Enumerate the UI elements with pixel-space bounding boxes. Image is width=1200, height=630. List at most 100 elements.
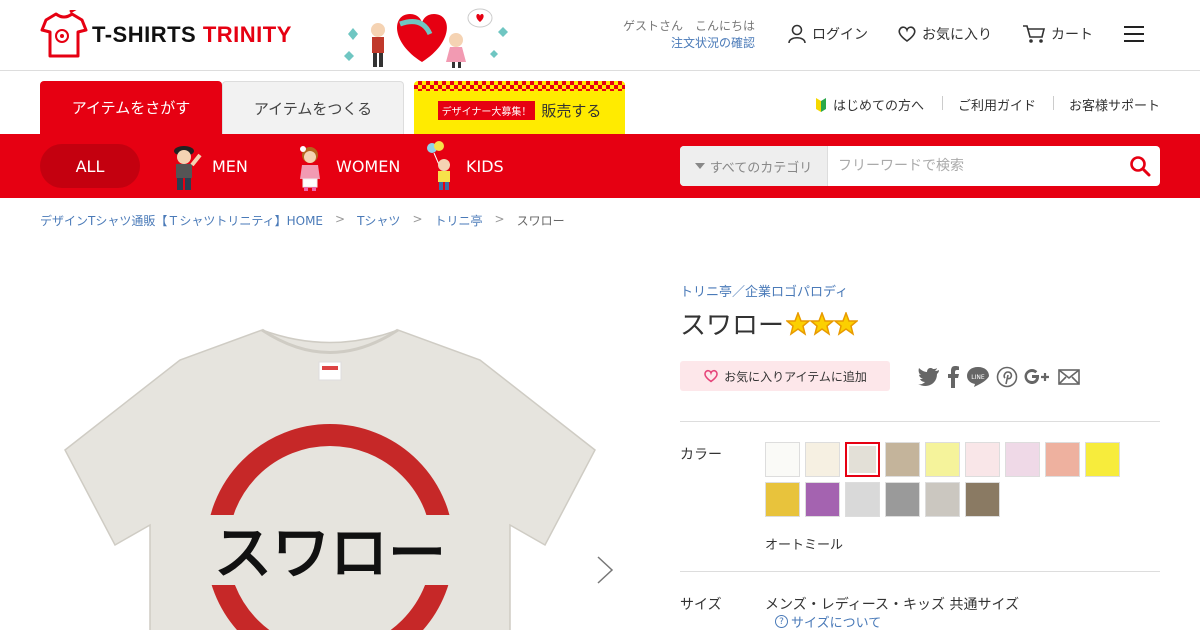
- category-kids-label: KIDS: [466, 156, 504, 176]
- size-info-link[interactable]: ? サイズについて: [775, 612, 881, 630]
- user-icon: [788, 24, 806, 44]
- breadcrumb-shop[interactable]: トリニ亭: [435, 212, 483, 229]
- brand-name-part2: TRINITY: [202, 22, 292, 47]
- breadcrumb-separator: >: [494, 212, 505, 226]
- first-time-link[interactable]: はじめての方へ: [815, 95, 924, 114]
- add-to-favorites-label: お気に入りアイテムに追加: [724, 369, 867, 384]
- google-plus-icon[interactable]: [1024, 367, 1052, 387]
- product-title-row: スワロー: [680, 305, 859, 342]
- search-icon: [1130, 156, 1151, 177]
- color-swatch[interactable]: [925, 442, 960, 477]
- color-swatches: [765, 442, 1125, 517]
- color-swatch[interactable]: [805, 442, 840, 477]
- add-to-favorites-button[interactable]: お気に入りアイテムに追加: [680, 361, 890, 391]
- color-label: カラー: [680, 447, 722, 463]
- cart-link[interactable]: カート: [1022, 24, 1093, 44]
- next-image-arrow-icon[interactable]: [595, 555, 615, 585]
- search-category-select[interactable]: すべてのカテゴリ: [680, 146, 828, 186]
- first-time-label: はじめての方へ: [833, 99, 925, 114]
- breadcrumb-home[interactable]: デザインTシャツ通販【Ｔシャツトリニティ】HOME: [40, 212, 323, 229]
- section-divider: [680, 571, 1160, 572]
- login-label: ログイン: [812, 27, 868, 43]
- selected-color-name: オートミール: [765, 538, 844, 553]
- site-logo[interactable]: T-SHIRTS TRINITY: [40, 10, 292, 60]
- heart-icon: [898, 26, 916, 42]
- women-figure-icon: [300, 146, 320, 191]
- guide-label: ご利用ガイド: [958, 99, 1037, 114]
- search-category-label: すべてのカテゴリ: [709, 160, 813, 176]
- twitter-icon[interactable]: [918, 367, 940, 387]
- heart-outline-icon: [704, 369, 718, 383]
- color-swatch[interactable]: [765, 482, 800, 517]
- search-bar: すべてのカテゴリ: [680, 146, 1160, 186]
- color-swatch[interactable]: [1085, 442, 1120, 477]
- tab-search-items[interactable]: アイテムをさがす: [40, 81, 222, 134]
- product-title: スワロー: [680, 311, 785, 341]
- cart-icon: [1023, 25, 1046, 43]
- tshirt-product-illustration: スワロー: [64, 328, 596, 630]
- category-women-link[interactable]: WOMEN: [292, 134, 400, 198]
- mail-icon[interactable]: [1058, 368, 1080, 386]
- order-status-link[interactable]: 注文状況の確認: [600, 35, 755, 52]
- color-swatch[interactable]: [805, 482, 840, 517]
- color-swatch[interactable]: [925, 482, 960, 517]
- breadcrumb-tshirt[interactable]: Tシャツ: [357, 212, 400, 229]
- breadcrumb-separator: >: [412, 212, 423, 226]
- size-label: サイズ: [680, 597, 722, 613]
- category-men-link[interactable]: MEN: [168, 134, 248, 198]
- facebook-icon[interactable]: [946, 366, 960, 388]
- util-divider: [1053, 96, 1054, 110]
- category-all-button[interactable]: ALL: [40, 144, 140, 188]
- hamburger-menu-icon[interactable]: [1124, 26, 1144, 44]
- support-label: お客様サポート: [1069, 99, 1161, 114]
- social-share-icons: LINE: [918, 366, 1080, 388]
- guide-link[interactable]: ご利用ガイド: [958, 95, 1036, 114]
- brand-name: T-SHIRTS TRINITY: [92, 22, 292, 48]
- section-divider: [680, 421, 1160, 422]
- beginner-mark-icon: [816, 97, 826, 112]
- product-image[interactable]: スワロー: [40, 300, 640, 630]
- color-swatch[interactable]: [765, 442, 800, 477]
- color-swatch[interactable]: [965, 482, 1000, 517]
- color-swatch[interactable]: [845, 482, 880, 517]
- question-mark-icon: ?: [775, 615, 788, 628]
- tshirt-logo-icon: [40, 10, 88, 58]
- category-men-label: MEN: [212, 156, 248, 176]
- guest-greeting: ゲストさん こんにちは 注文状況の確認: [600, 18, 755, 52]
- color-swatch[interactable]: [1045, 442, 1080, 477]
- brand-name-part1: T-SHIRTS: [92, 22, 203, 47]
- search-button[interactable]: [1120, 146, 1160, 186]
- favorites-link[interactable]: お気に入り: [897, 24, 992, 44]
- login-link[interactable]: ログイン: [787, 24, 868, 44]
- category-kids-link[interactable]: KIDS: [426, 134, 504, 198]
- breadcrumb: デザインTシャツ通販【Ｔシャツトリニティ】HOME > Tシャツ > トリニ亭 …: [40, 212, 565, 229]
- category-bar: ALL MEN WOMEN KIDS すべてのカテゴリ フリーワードで検索: [0, 134, 1200, 198]
- greeting-text: ゲストさん こんにちは: [622, 19, 755, 33]
- size-info-label: サイズについて: [791, 616, 882, 630]
- color-swatch[interactable]: [1005, 442, 1040, 477]
- star-icon: [810, 311, 835, 336]
- color-swatch[interactable]: [885, 442, 920, 477]
- tab-sell[interactable]: デザイナー大募集！ 販売する: [414, 81, 625, 134]
- cart-label: カート: [1051, 27, 1093, 43]
- pinterest-icon[interactable]: [996, 366, 1018, 388]
- color-swatch[interactable]: [965, 442, 1000, 477]
- rating-stars: [786, 311, 859, 336]
- tshirt-print-text: スワロー: [214, 519, 446, 587]
- line-icon[interactable]: LINE: [966, 366, 990, 388]
- color-swatch[interactable]: [885, 482, 920, 517]
- tab-make-items[interactable]: アイテムをつくる: [222, 81, 404, 134]
- tab-sell-label: 販売する: [541, 102, 602, 120]
- breadcrumb-separator: >: [335, 212, 346, 226]
- util-divider: [942, 96, 943, 110]
- tab-make-label: アイテムをつくる: [253, 99, 373, 118]
- dropdown-triangle-icon: [694, 163, 705, 169]
- search-input[interactable]: [828, 146, 1120, 186]
- kids-figure-icon: [427, 141, 450, 190]
- favorites-label: お気に入り: [922, 27, 992, 43]
- breadcrumb-current: スワロー: [516, 214, 565, 228]
- support-link[interactable]: お客様サポート: [1069, 95, 1160, 114]
- color-swatch[interactable]: [845, 442, 880, 477]
- checker-pattern: [414, 81, 625, 91]
- shop-category-link[interactable]: トリニ亭／企業ロゴパロディ: [680, 281, 848, 300]
